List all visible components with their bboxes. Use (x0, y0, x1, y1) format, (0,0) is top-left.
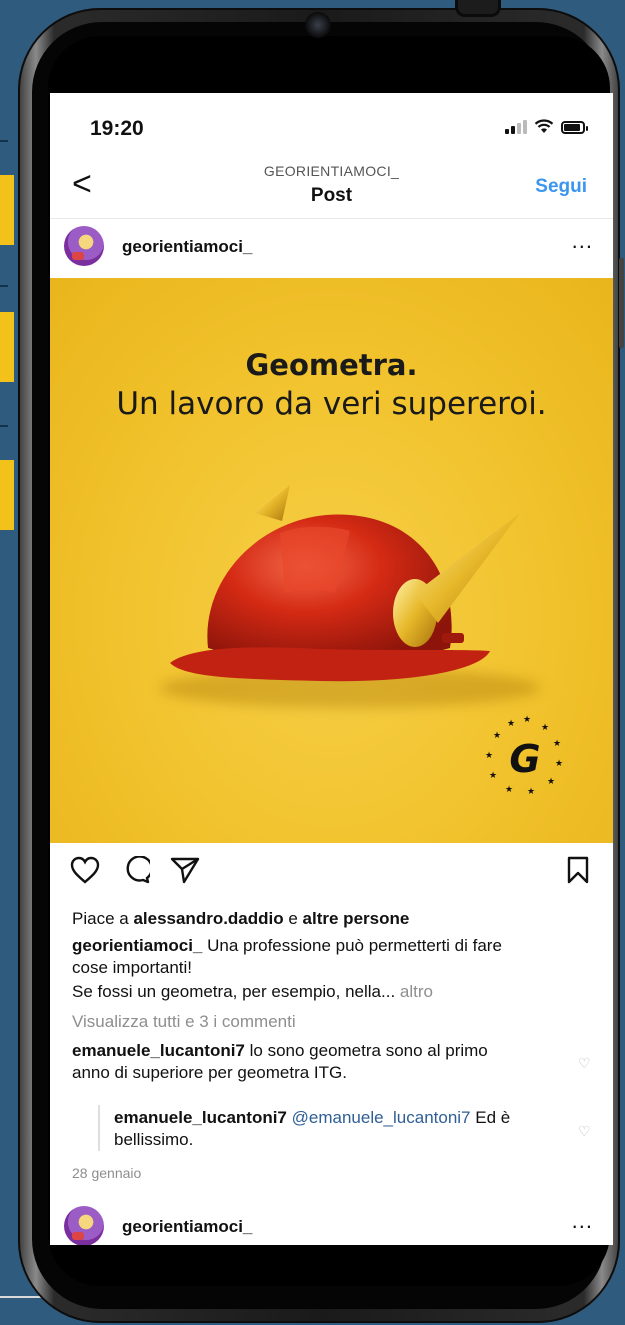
follow-button[interactable]: Segui (535, 176, 587, 198)
battery-icon (561, 121, 588, 134)
phone-cable (455, 0, 501, 17)
liked-by-user-link[interactable]: alessandro.daddio (133, 909, 283, 928)
comment-username[interactable]: emanuele_lucantoni7 (72, 1041, 245, 1060)
post-image[interactable]: Geometra. Un lavoro da veri supereroi. ★… (50, 278, 613, 843)
background-yellow-tab (0, 175, 14, 245)
header-divider (50, 218, 613, 219)
next-post-avatar[interactable] (64, 1206, 104, 1245)
red-helmet-icon (170, 485, 520, 682)
reply-line-2: bellissimo. (114, 1130, 194, 1149)
background-yellow-tab (0, 460, 14, 530)
post-username[interactable]: georientiamoci_ (122, 237, 252, 257)
image-subheadline: Un lavoro da veri supereroi. (116, 386, 547, 422)
image-headline: Geometra. (245, 348, 418, 382)
send-icon (170, 857, 200, 884)
comment-icon (126, 856, 150, 884)
caption-username[interactable]: georientiamoci_ (72, 936, 202, 955)
comment-like-heart-icon[interactable]: ♡ (578, 1055, 591, 1072)
svg-text:★: ★ (489, 771, 497, 781)
reply-mention-link[interactable]: @emanuele_lucantoni7 (292, 1108, 471, 1127)
svg-text:★: ★ (505, 785, 513, 795)
header-username: GEORIENTIAMOCI_ (263, 163, 400, 179)
comment-button[interactable] (122, 856, 150, 884)
caption-line-2: cose importanti! (72, 958, 192, 977)
reply-line-1: emanuele_lucantoni7 @emanuele_lucantoni7… (114, 1108, 511, 1127)
background-divider (0, 425, 8, 427)
volume-button (619, 258, 624, 348)
logo-g-icon: ★★★ ★★★ ★★★ ★★ G (485, 715, 563, 797)
svg-text:★: ★ (541, 723, 549, 733)
svg-text:★: ★ (527, 787, 535, 797)
reply-thread-line (98, 1105, 100, 1151)
background-yellow-tab (0, 312, 14, 382)
wifi-icon (534, 119, 554, 133)
others-link[interactable]: altre persone (303, 909, 410, 928)
next-post-more-options-icon[interactable]: ... (572, 1208, 593, 1234)
svg-text:★: ★ (493, 731, 501, 741)
heart-icon (70, 856, 100, 884)
background-divider (0, 140, 8, 142)
view-all-comments-link[interactable]: Visualizza tutti e 3 i commenti (72, 1011, 296, 1032)
share-button[interactable] (170, 856, 200, 884)
instagram-post-screen: 19:20 < GEORIENTIAMOCI_ Post Segui geori… (50, 93, 613, 1245)
comment-line-2: anno di superiore per geometra ITG. (72, 1063, 347, 1082)
status-icons (505, 119, 588, 134)
post-date: 28 gennaio (72, 1165, 142, 1181)
comment-line-1: emanuele_lucantoni7 lo sono geometra son… (72, 1041, 488, 1060)
reply-username[interactable]: emanuele_lucantoni7 (114, 1108, 287, 1127)
svg-text:★: ★ (553, 739, 561, 749)
svg-text:★: ★ (555, 759, 563, 769)
next-post-username[interactable]: georientiamoci_ (122, 1217, 252, 1237)
notch (298, 36, 386, 82)
post-actions (50, 848, 613, 908)
svg-text:★: ★ (485, 751, 493, 761)
more-caption-link[interactable]: altro (400, 982, 433, 1001)
svg-text:★: ★ (523, 715, 531, 725)
caption-line-1: georientiamoci_ Una professione può perm… (72, 936, 502, 955)
bookmark-icon (567, 856, 589, 884)
avatar[interactable] (64, 226, 104, 266)
likes-text: Piace a alessandro.daddio e altre person… (72, 909, 410, 928)
background-divider (0, 285, 8, 287)
save-button[interactable] (566, 856, 590, 884)
like-button[interactable] (70, 856, 100, 884)
caption-line-3: Se fossi un geometra, per esempio, nella… (72, 982, 433, 1001)
front-camera (305, 12, 331, 38)
signal-icon (505, 120, 527, 134)
more-options-icon[interactable]: ... (572, 228, 593, 254)
svg-text:★: ★ (507, 719, 515, 729)
status-time: 19:20 (90, 117, 144, 140)
svg-text:★: ★ (547, 777, 555, 787)
reply-like-heart-icon[interactable]: ♡ (578, 1123, 591, 1140)
svg-text:G: G (509, 737, 540, 781)
page-title: Post (310, 185, 353, 206)
